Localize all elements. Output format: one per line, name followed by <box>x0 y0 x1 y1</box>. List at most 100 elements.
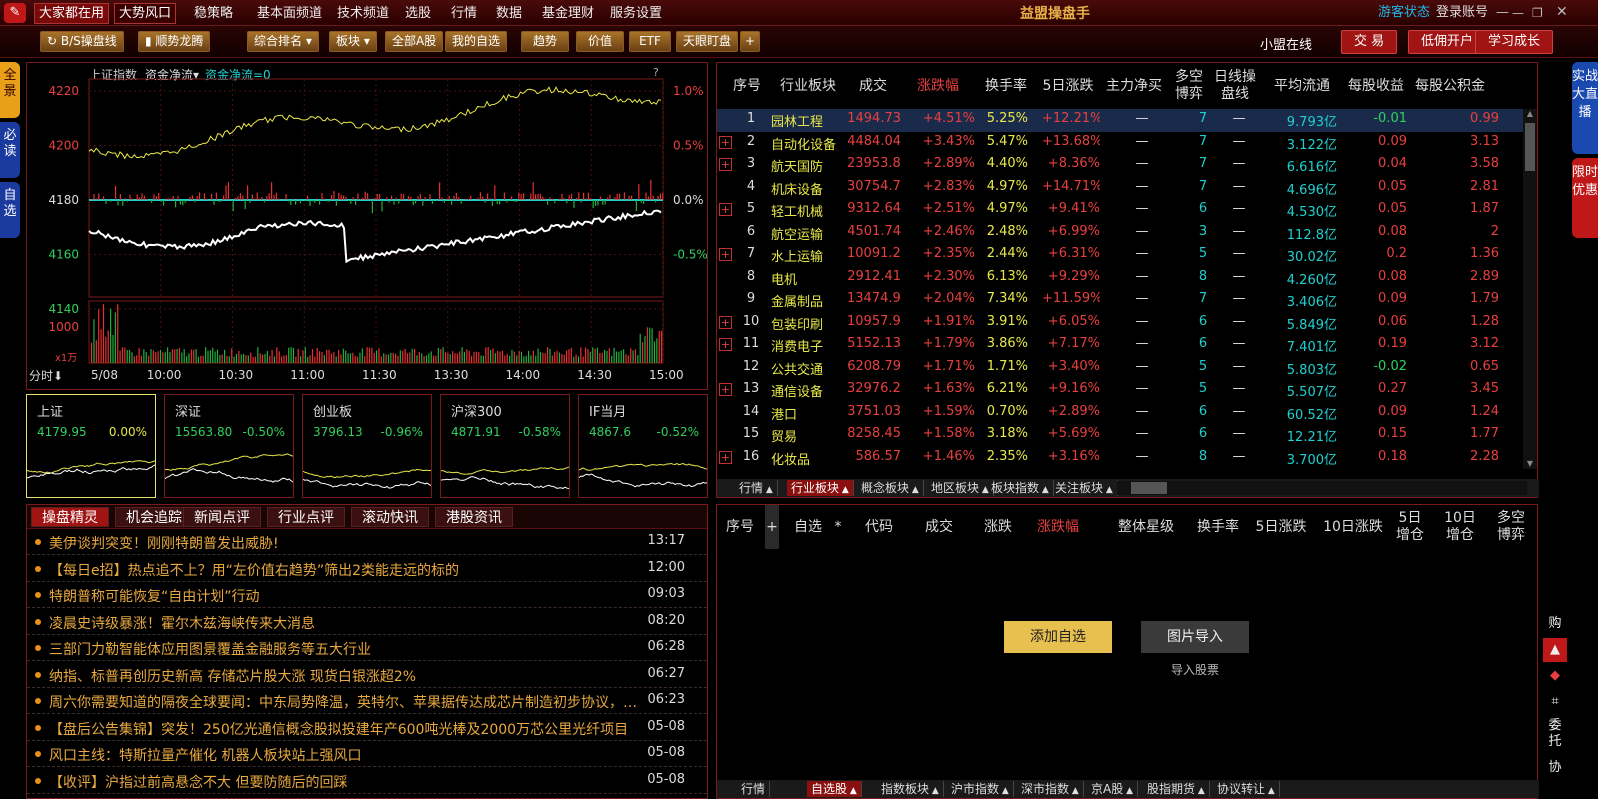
side-tab-must-read[interactable]: 必读 <box>0 122 20 178</box>
news-item[interactable]: 【每日e招】热点追不上？用“左价值右趋势”筛出2类能走远的标的 12:00 <box>27 556 707 582</box>
news-title[interactable]: 美伊谈判突变！刚刚特朗普发出威胁! <box>49 533 639 553</box>
scroll-up-icon[interactable]: ▲ <box>1523 109 1537 119</box>
expand-plus-icon[interactable]: + <box>719 383 732 396</box>
watchlist-col-header[interactable]: 涨跌幅 <box>1033 505 1083 549</box>
learn-button[interactable]: 学习成长 <box>1475 30 1554 54</box>
news-item[interactable]: 特朗普称可能恢复“自由计划”行动 09:03 <box>27 582 707 608</box>
sector-dropdown[interactable]: 板块 ▾ <box>329 31 377 52</box>
watchlist-tab[interactable]: 深市指数 ▲ <box>1017 781 1084 797</box>
expand-plus-icon[interactable]: + <box>719 338 732 351</box>
watchlist-tab[interactable]: 指数板块 ▲ <box>877 781 944 797</box>
menu-item-settings[interactable]: 服务设置 <box>610 4 662 24</box>
image-import-button[interactable]: 图片导入 <box>1141 621 1249 653</box>
expand-plus-icon[interactable]: + <box>719 158 732 171</box>
watchlist-tab[interactable]: 协议转让 ▲ <box>1213 781 1280 797</box>
buy-button[interactable]: 购 <box>1543 612 1567 636</box>
industry-row[interactable]: 6 航空运输 4501.74 +2.46% 2.48% +6.99% — 3 — 112.8亿 0.… <box>717 222 1523 245</box>
industry-col-header[interactable]: 多空博弈 <box>1169 63 1209 109</box>
industry-tab[interactable]: 概念板块 ▲ <box>857 480 924 496</box>
expand-plus-icon[interactable]: + <box>719 450 732 464</box>
industry-col-header[interactable]: 日线操盘线 <box>1213 63 1257 109</box>
watchlist-col-header[interactable]: 序号 <box>723 505 757 549</box>
side-tab-watchlist[interactable]: 自选 <box>0 182 20 238</box>
mini-card[interactable]: 上证 4179.95 0.00% <box>26 394 156 498</box>
etf-button[interactable]: ETF <box>629 31 671 52</box>
news-title[interactable]: 【收评】沪指过前高悬念不大 但要防随后的回踩 <box>49 772 639 792</box>
news-item[interactable]: 周六你需要知道的隔夜全球要闻：中东局势降温，英特尔、苹果据传达成芯片制造初步协议… <box>27 688 707 714</box>
value-button[interactable]: 价值 <box>576 31 624 52</box>
news-tab[interactable]: 港股资讯 <box>435 507 513 527</box>
skin-icon[interactable]: — <box>1496 4 1509 22</box>
industry-col-header[interactable]: 行业板块 <box>773 63 843 109</box>
industry-row[interactable]: 12 公共交通 6208.79 +1.71% 1.71% +3.40% — 5 — 5.803亿 -… <box>717 357 1523 380</box>
news-tab[interactable]: 机会追踪 <box>115 507 193 527</box>
bs-line-button[interactable]: ↻ B/S操盘线 <box>40 31 124 52</box>
industry-row[interactable]: +11 消费电子 5152.13 +1.79% 3.86% +7.17% — 6 — 7.401亿… <box>717 334 1523 357</box>
menu-item-funds[interactable]: 基金理财 <box>542 4 594 24</box>
watchlist-tab[interactable]: 股指期货 ▲ <box>1143 781 1210 797</box>
news-item[interactable]: 【盘后公告集锦】突发！250亿光通信概念股拟投建年产600吨光棒及2000万芯公… <box>27 715 707 741</box>
watchlist-tab[interactable]: 自选股 ▲ <box>807 781 862 797</box>
industry-row[interactable]: 8 电机 2912.41 +2.30% 6.13% +9.29% — 8 — 4.260亿 0.08… <box>717 267 1523 290</box>
watchlist-col-header[interactable]: 5日涨跌 <box>1255 505 1307 549</box>
industry-row[interactable]: +10 包装印刷 10957.95 +1.91% 3.91% +6.05% — 6 — 5.849… <box>717 312 1523 335</box>
menu-item-stock-pick[interactable]: 选股 <box>405 4 431 24</box>
industry-col-header[interactable]: 成交 <box>845 63 901 109</box>
watchlist-col-header[interactable]: 5日增仓 <box>1393 505 1427 549</box>
my-watchlist-button[interactable]: 我的自选 <box>445 31 508 52</box>
protocol-button[interactable]: 协 <box>1543 756 1567 780</box>
industry-tab[interactable]: 行情 ▲ <box>735 480 778 496</box>
industry-row[interactable]: 1 园林工程 1494.73 +4.51% 5.25% +12.21% — 7 — 9.793亿 -… <box>717 109 1523 132</box>
news-item[interactable]: 纳指、标普再创历史新高 存储芯片股大涨 现货白银涨超2% 06:27 <box>27 662 707 688</box>
news-tab[interactable]: 新闻点评 <box>183 507 261 527</box>
all-a-shares-button[interactable]: 全部A股 <box>385 31 444 52</box>
industry-col-header[interactable]: 每股收益 <box>1345 63 1407 109</box>
crop-icon[interactable]: ⌗ <box>1543 690 1567 714</box>
news-item[interactable]: 风口主线：特斯拉量产催化 机器人板块站上强风口 05-08 <box>27 741 707 767</box>
menu-item-fundamental[interactable]: 基本面频道 <box>257 4 322 24</box>
trend-dragon-button[interactable]: ▮ 顺势龙腾 <box>138 31 211 52</box>
watchlist-col-header[interactable]: 换手率 <box>1193 505 1243 549</box>
watchlist-col-header[interactable]: + <box>765 505 779 549</box>
horizontal-scrollbar[interactable] <box>1117 481 1527 495</box>
trend-button[interactable]: 趋势 <box>521 31 569 52</box>
news-tab[interactable]: 行业点评 <box>267 507 345 527</box>
close-icon[interactable]: ✕ <box>1556 3 1568 21</box>
industry-row[interactable]: 9 金属制品 13474.97 +2.04% 7.34% +11.59% — 7 — 3.406亿… <box>717 289 1523 312</box>
ranking-dropdown[interactable]: 综合排名 ▾ <box>247 31 319 52</box>
restore-icon[interactable]: ❐ <box>1532 4 1543 22</box>
news-title[interactable]: 【盘后公告集锦】突发！250亿光通信概念股拟投建年产600吨光棒及2000万芯公… <box>49 719 639 739</box>
mini-card[interactable]: 深证 15563.80 -0.50% <box>164 394 294 498</box>
mini-card[interactable]: 创业板 3796.13 -0.96% <box>302 394 432 498</box>
watchlist-tab[interactable]: 沪市指数 ▲ <box>947 781 1014 797</box>
menu-item-quotes[interactable]: 行情 <box>451 4 477 24</box>
news-tab[interactable]: 滚动快讯 <box>351 507 429 527</box>
industry-row[interactable]: +3 航天国防 23953.83 +2.89% 4.40% +8.36% — 7 — 6.616亿… <box>717 154 1523 177</box>
industry-row[interactable]: +16 化妆品 586.57 +1.46% 2.35% +3.16% — 8 — 3.700亿 0.… <box>717 447 1523 470</box>
watchlist-col-header[interactable]: 代码 <box>859 505 899 549</box>
alert-icon[interactable]: ◆ <box>1543 664 1567 688</box>
menu-item-strategy[interactable]: 稳策略 <box>194 4 233 24</box>
industry-row[interactable]: 15 贸易 8258.45 +1.58% 3.18% +5.69% — 6 — 12.21亿 0.1… <box>717 424 1523 447</box>
watchlist-col-header[interactable]: 10日涨跌 <box>1321 505 1385 549</box>
mini-card[interactable]: 沪深300 4871.91 -0.58% <box>440 394 570 498</box>
watchlist-tab[interactable]: 京A股 ▲ <box>1087 781 1139 797</box>
industry-col-header[interactable]: 5日涨跌 <box>1039 63 1097 109</box>
industry-col-header[interactable]: 平均流通 <box>1267 63 1337 109</box>
minimize-icon[interactable]: — <box>1512 4 1524 22</box>
industry-row[interactable]: 14 港口 3751.03 +1.59% 0.70% +2.89% — 6 — 60.52亿 0.0… <box>717 402 1523 425</box>
industry-row[interactable]: +7 水上运输 10091.20 +2.35% 2.44% +6.31% — 5 — 30.02亿… <box>717 244 1523 267</box>
scroll-thumb[interactable] <box>1525 123 1535 171</box>
watchlist-col-header[interactable]: 多空博弈 <box>1491 505 1531 549</box>
news-item[interactable]: 【收评】沪指过前高悬念不大 但要防随后的回踩 05-08 <box>27 768 707 794</box>
news-item[interactable]: 凌晨史诗级暴涨！霍尔木兹海峡传来大消息 08:20 <box>27 609 707 635</box>
expand-plus-icon[interactable]: + <box>719 315 732 329</box>
industry-row[interactable]: +2 自动化设备 4484.04 +3.43% 5.47% +13.68% — 7 — 3.122… <box>717 132 1523 155</box>
news-item[interactable]: 三部门力勒智能体应用图景覆盖金融服务等五大行业 06:28 <box>27 635 707 661</box>
expand-plus-icon[interactable]: + <box>719 248 732 261</box>
login-link[interactable]: 登录账号 <box>1436 4 1488 22</box>
scroll-thumb[interactable] <box>1131 482 1167 494</box>
watchlist-col-header[interactable]: 整体星级 <box>1117 505 1175 549</box>
menu-item-data[interactable]: 数据 <box>496 4 522 24</box>
watchlist-col-header[interactable]: 涨跌 <box>975 505 1021 549</box>
